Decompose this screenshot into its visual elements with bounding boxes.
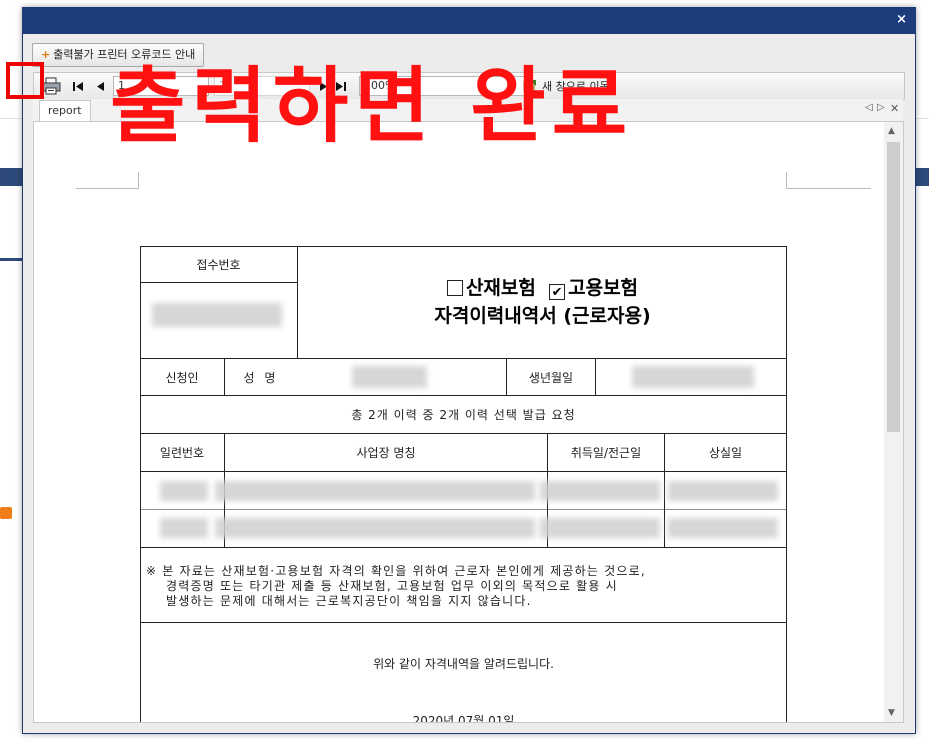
birth-date-label: 생년월일 [528, 370, 574, 385]
redacted-cell [160, 518, 208, 538]
col-loss-header: 상실일 [708, 446, 743, 460]
redacted-cell [540, 481, 660, 501]
tab-report[interactable]: report [39, 100, 91, 122]
redacted-cell [540, 518, 660, 538]
title-option-industrial: 산재보험 [465, 277, 536, 299]
report-viewport: 접수번호 산재보험 ✔ 고용보험 자격이력내역서 (근로자용) 신청인 성 명 생… [33, 121, 886, 723]
tab-scroll-left-icon[interactable]: ◁ [865, 102, 873, 113]
checkbox-unchecked [446, 280, 463, 296]
notice-line: 경력증명 또는 타기관 제출 등 산재보험, 고용보험 업무 이외의 목적으로 … [166, 579, 618, 593]
form-title: 산재보험 ✔ 고용보험 자격이력내역서 (근로자용) [298, 274, 787, 330]
bg-nav-strip [0, 168, 22, 186]
issue-date: 2020년 07월 01일 [412, 714, 515, 723]
redacted-birth-date [632, 366, 754, 388]
tab-close-icon[interactable]: ✕ [890, 102, 899, 115]
redacted-cell [668, 481, 778, 501]
bg-accent-line [0, 258, 22, 261]
name-label: 성 명 [243, 370, 279, 385]
bg-nav-strip-right [914, 168, 929, 186]
notice-text: ※ 본 자료는 산재보험·고용보험 자격의 확인을 위하여 근로자 본인에게 제… [146, 564, 776, 609]
scrollbar-thumb[interactable] [887, 142, 900, 432]
print-highlight-box [6, 62, 44, 99]
scroll-up-icon[interactable]: ▲ [888, 126, 895, 136]
close-icon[interactable]: × [896, 12, 907, 27]
page-corner-mark [76, 172, 139, 189]
redacted-cell [668, 518, 778, 538]
redacted-cell [215, 518, 535, 538]
vertical-scrollbar[interactable]: ▲ ▼ [884, 121, 904, 723]
qualification-history-form: 접수번호 산재보험 ✔ 고용보험 자격이력내역서 (근로자용) 신청인 성 명 생… [140, 246, 787, 723]
history-summary: 총 2개 이력 중 2개 이력 선택 발급 요청 [351, 408, 576, 422]
redacted-cell [160, 481, 208, 501]
col-workplace-header: 사업장 명칭 [356, 446, 416, 460]
redacted-receipt-number [152, 303, 282, 327]
title-line2: 자격이력내역서 (근로자용) [434, 305, 651, 327]
notice-line: 발생하는 문제에 대해서는 근로복지공단이 책임을 지지 않습니다. [166, 594, 532, 608]
notice-line: ※ 본 자료는 산재보험·고용보험 자격의 확인을 위하여 근로자 본인에게 제… [146, 564, 646, 578]
title-option-employment: 고용보험 [568, 277, 639, 299]
prev-page-icon[interactable] [94, 77, 108, 95]
first-page-icon[interactable] [72, 77, 86, 95]
redacted-cell [215, 481, 535, 501]
plus-icon: + [41, 48, 51, 61]
applicant-label: 신청인 [165, 370, 199, 385]
tab-scroll-right-icon[interactable]: ▷ [877, 102, 885, 113]
receipt-number-label: 접수번호 [196, 257, 241, 272]
col-serial-header: 일련번호 [159, 446, 205, 460]
redacted-name [352, 366, 427, 388]
page-corner-mark [786, 172, 871, 189]
dialog-titlebar: × [23, 8, 915, 34]
checkbox-checked: ✔ [549, 284, 566, 300]
confirmation-text: 위와 같이 자격내역을 알려드립니다. [373, 657, 554, 671]
col-acquire-header: 취득일/전근일 [570, 446, 642, 460]
bg-orange-icon [0, 507, 12, 519]
annotation-text: 출력하면 완료 [110, 59, 634, 154]
scroll-down-icon[interactable]: ▼ [888, 708, 895, 718]
